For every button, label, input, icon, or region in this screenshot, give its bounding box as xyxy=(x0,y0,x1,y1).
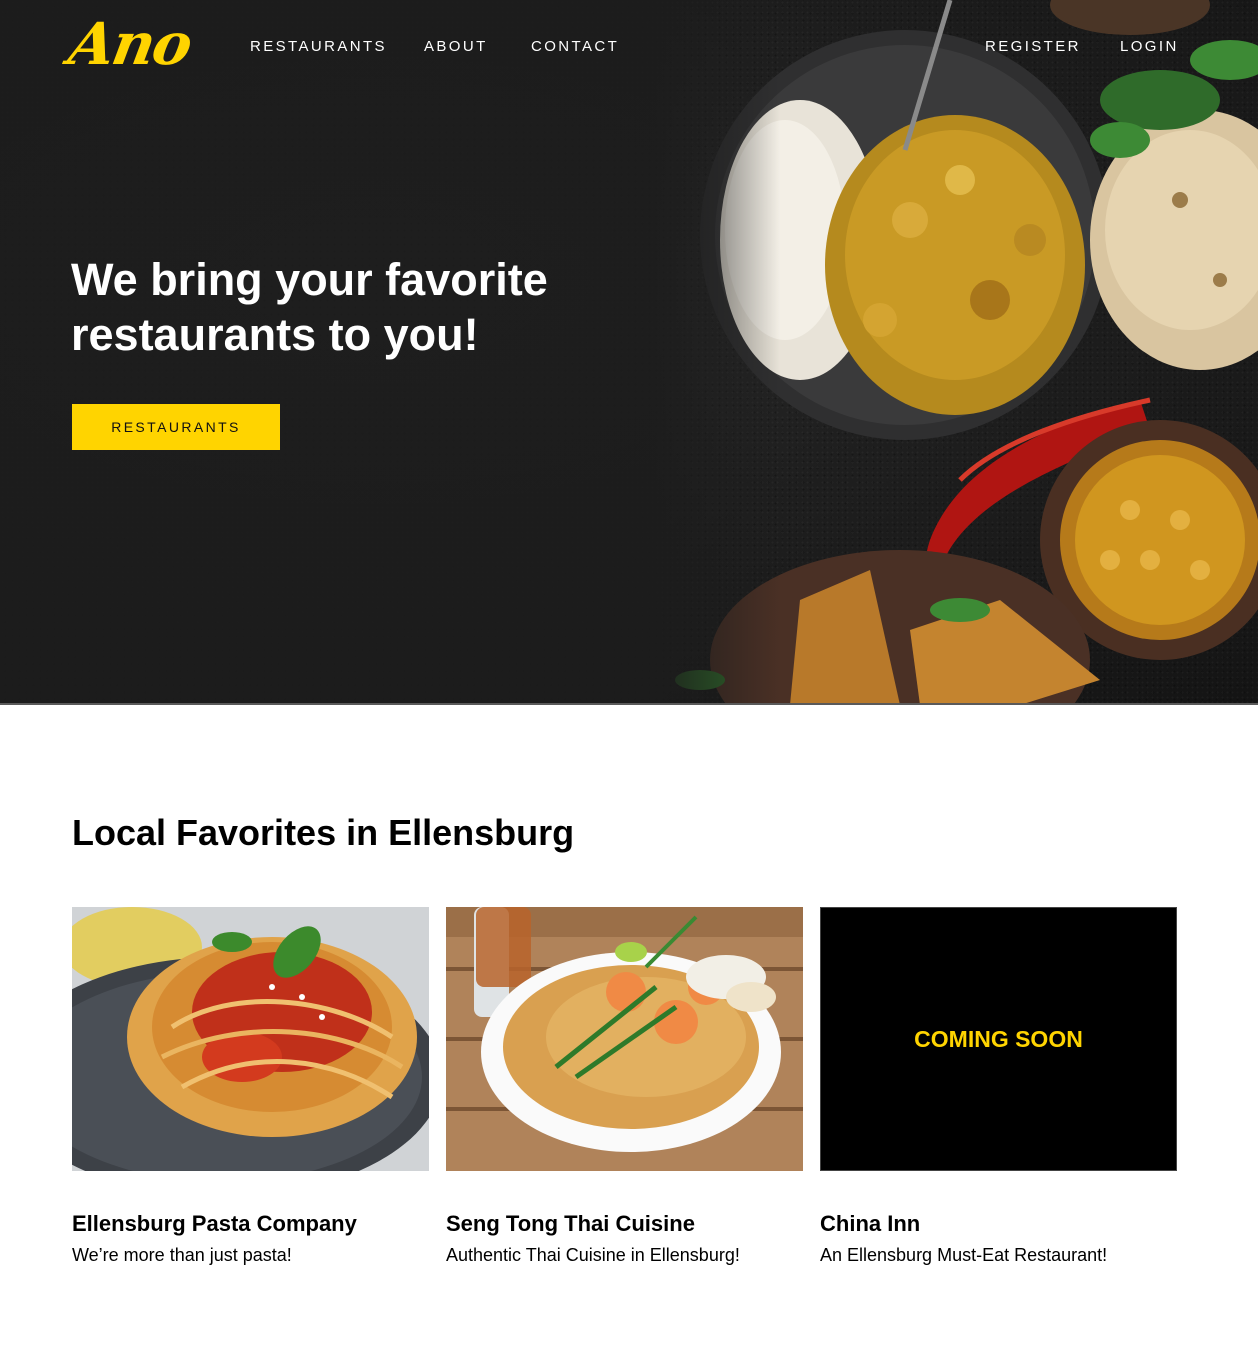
card-title[interactable]: Ellensburg Pasta Company xyxy=(72,1211,429,1237)
restaurant-card-pasta[interactable]: Ellensburg Pasta Company We’re more than… xyxy=(72,907,429,1266)
coming-soon-placeholder[interactable]: COMING SOON xyxy=(820,907,1177,1171)
nav-restaurants-link[interactable]: RESTAURANTS xyxy=(250,38,387,55)
spaghetti-image[interactable] xyxy=(72,907,429,1171)
coming-soon-text: COMING SOON xyxy=(914,1025,1083,1052)
hero-restaurants-button[interactable]: RESTAURANTS xyxy=(72,404,280,450)
nav-contact-link[interactable]: CONTACT xyxy=(531,38,619,55)
card-description: We’re more than just pasta! xyxy=(72,1245,292,1265)
nav-login-link[interactable]: LOGIN xyxy=(1120,38,1179,55)
card-title[interactable]: China Inn xyxy=(820,1211,1177,1237)
card-title[interactable]: Seng Tong Thai Cuisine xyxy=(446,1211,803,1237)
card-description: An Ellensburg Must-Eat Restaurant! xyxy=(820,1245,1108,1265)
nav-about-link[interactable]: ABOUT xyxy=(424,38,488,55)
pad-thai-image[interactable] xyxy=(446,907,803,1171)
top-navigation: Ano RESTAURANTS ABOUT CONTACT REGISTER L… xyxy=(0,0,1258,92)
section-title: Local Favorites in Ellensburg xyxy=(72,812,575,853)
restaurant-card-china-inn[interactable]: COMING SOON China Inn An Ellensburg Must… xyxy=(820,907,1177,1266)
restaurant-card-thai[interactable]: Seng Tong Thai Cuisine Authentic Thai Cu… xyxy=(446,907,803,1266)
hero-banner: Ano RESTAURANTS ABOUT CONTACT REGISTER L… xyxy=(0,0,1258,705)
nav-register-link[interactable]: REGISTER xyxy=(985,38,1081,55)
card-description: Authentic Thai Cuisine in Ellensburg! xyxy=(446,1245,740,1265)
hero-headline: We bring your favorite restaurants to yo… xyxy=(71,254,548,360)
brand-logo[interactable]: Ano xyxy=(64,10,196,78)
